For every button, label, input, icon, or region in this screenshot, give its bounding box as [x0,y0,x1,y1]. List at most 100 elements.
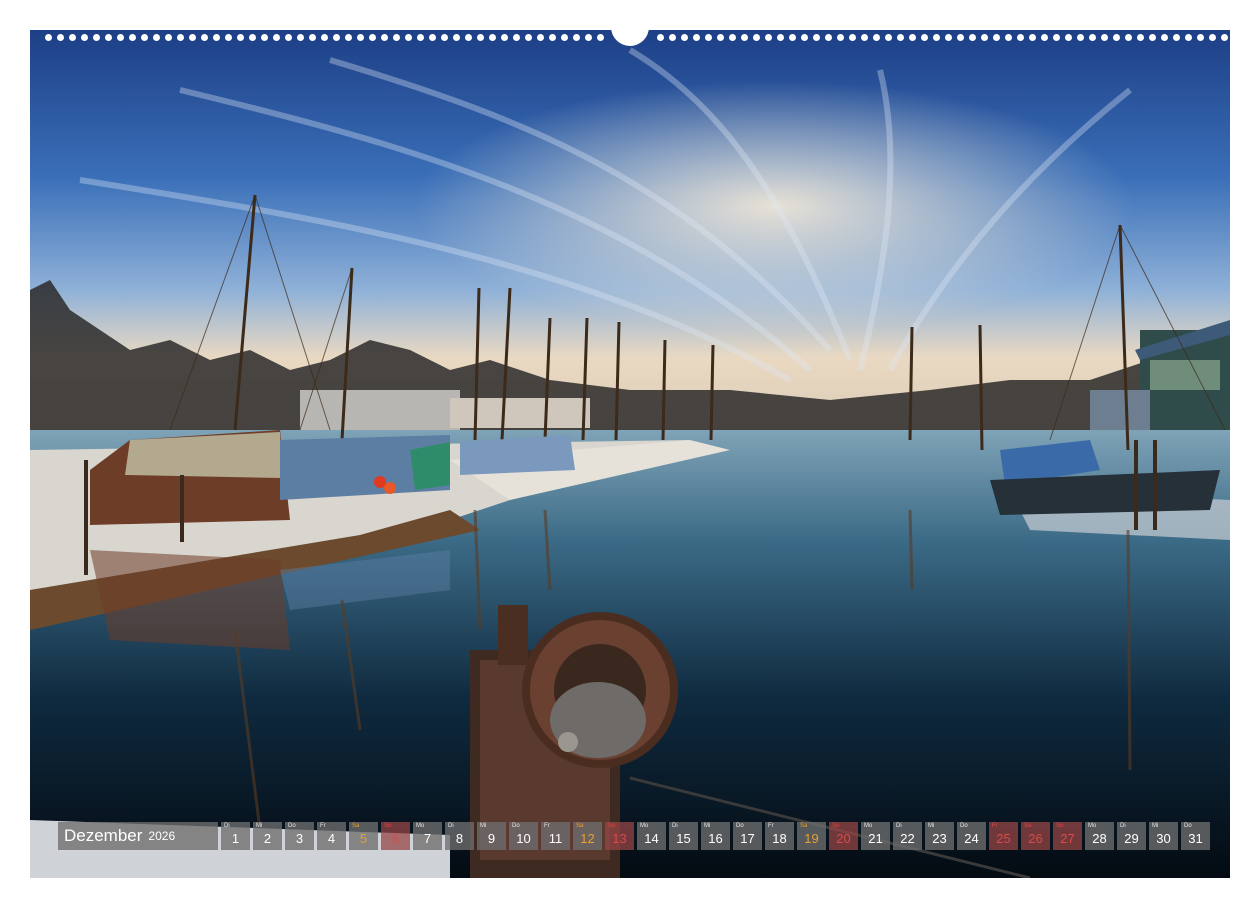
day-cell: Mi 23 [925,822,954,850]
day-of-week: Di [448,823,454,829]
binding-hole [297,34,304,41]
day-number: 11 [548,831,563,846]
day-of-week: So [1056,823,1064,829]
day-of-week: So [832,823,840,829]
binding-hole [477,34,484,41]
day-of-week: Mi [480,823,487,829]
binding-hole [261,34,268,41]
binding-hole [285,34,292,41]
day-cell: Sa 26 [1021,822,1050,850]
binding-hole [1041,34,1048,41]
binding-hole [1125,34,1132,41]
binding-hole [669,34,676,41]
binding-hole [1029,34,1036,41]
day-cell: So 13 [605,822,634,850]
day-number: 12 [580,831,595,846]
day-number: 14 [644,831,659,846]
day-cell: Di 1 [221,822,250,850]
binding-hole [465,34,472,41]
binding-hole [897,34,904,41]
day-number: 30 [1156,831,1171,846]
day-cell: Di 15 [669,822,698,850]
day-cell: Fr 18 [765,822,794,850]
day-cell: Mo 14 [637,822,666,850]
day-cell: Di 8 [445,822,474,850]
day-of-week: Mo [1088,823,1097,829]
day-cell: Mi 9 [477,822,506,850]
day-of-week: Mi [1152,823,1159,829]
day-number: 13 [612,831,627,846]
day-cell: So 6 [381,822,410,850]
binding-hole [105,34,112,41]
day-of-week: Mo [416,823,425,829]
binding-hole [909,34,916,41]
day-number: 9 [487,831,496,846]
day-of-week: Di [672,823,678,829]
binding-hole [129,34,136,41]
day-number: 24 [964,831,979,846]
binding-hole [69,34,76,41]
binding-hole [489,34,496,41]
day-number: 26 [1028,831,1043,846]
day-of-week: So [384,823,392,829]
day-number: 7 [423,831,432,846]
day-number: 8 [455,831,464,846]
binding-hole [1137,34,1144,41]
binding-hole [753,34,760,41]
day-number: 29 [1124,831,1139,846]
day-cell: Di 29 [1117,822,1146,850]
binding-hole [597,34,604,41]
day-number: 28 [1092,831,1107,846]
day-of-week: Sa [800,823,808,829]
day-number: 15 [676,831,691,846]
binding-hole [165,34,172,41]
day-number: 18 [772,831,787,846]
day-number: 4 [327,831,336,846]
binding-hole [393,34,400,41]
day-cell: Sa 5 [349,822,378,850]
day-of-week: Sa [352,823,360,829]
binding-hole [513,34,520,41]
binding-hole [657,34,664,41]
binding-hole [525,34,532,41]
binding-hole [789,34,796,41]
binding-hole [537,34,544,41]
day-number: 25 [996,831,1011,846]
binding-hole [249,34,256,41]
binding-hole [1053,34,1060,41]
binding-hole [429,34,436,41]
day-cell: Do 17 [733,822,762,850]
day-cell: Mi 16 [701,822,730,850]
binding-hole [933,34,940,41]
binding-hole [345,34,352,41]
day-of-week: Fr [992,823,998,829]
day-of-week: Di [896,823,902,829]
binding-hole [717,34,724,41]
binding-hole [321,34,328,41]
day-of-week: Di [1120,823,1126,829]
binding-hole [849,34,856,41]
day-number: 20 [836,831,851,846]
day-of-week: Do [736,823,744,829]
binding-hole [333,34,340,41]
binding-hole [1149,34,1156,41]
day-of-week: Di [224,823,230,829]
binding-hole [177,34,184,41]
day-cell: Fr 25 [989,822,1018,850]
day-of-week: Do [512,823,520,829]
binding-hole [1221,34,1228,41]
day-cell: Do 24 [957,822,986,850]
month-name: Dezember [64,826,143,845]
day-cell: Mo 28 [1085,822,1114,850]
binding-hole [813,34,820,41]
year-label: 2026 [148,829,176,843]
day-number: 23 [932,831,947,846]
day-of-week: Fr [544,823,550,829]
binding-hole [1017,34,1024,41]
day-of-week: Fr [320,823,326,829]
day-number: 22 [900,831,915,846]
binding-hole [1101,34,1108,41]
binding-hole [1161,34,1168,41]
binding-hole [729,34,736,41]
day-cell: Sa 19 [797,822,826,850]
